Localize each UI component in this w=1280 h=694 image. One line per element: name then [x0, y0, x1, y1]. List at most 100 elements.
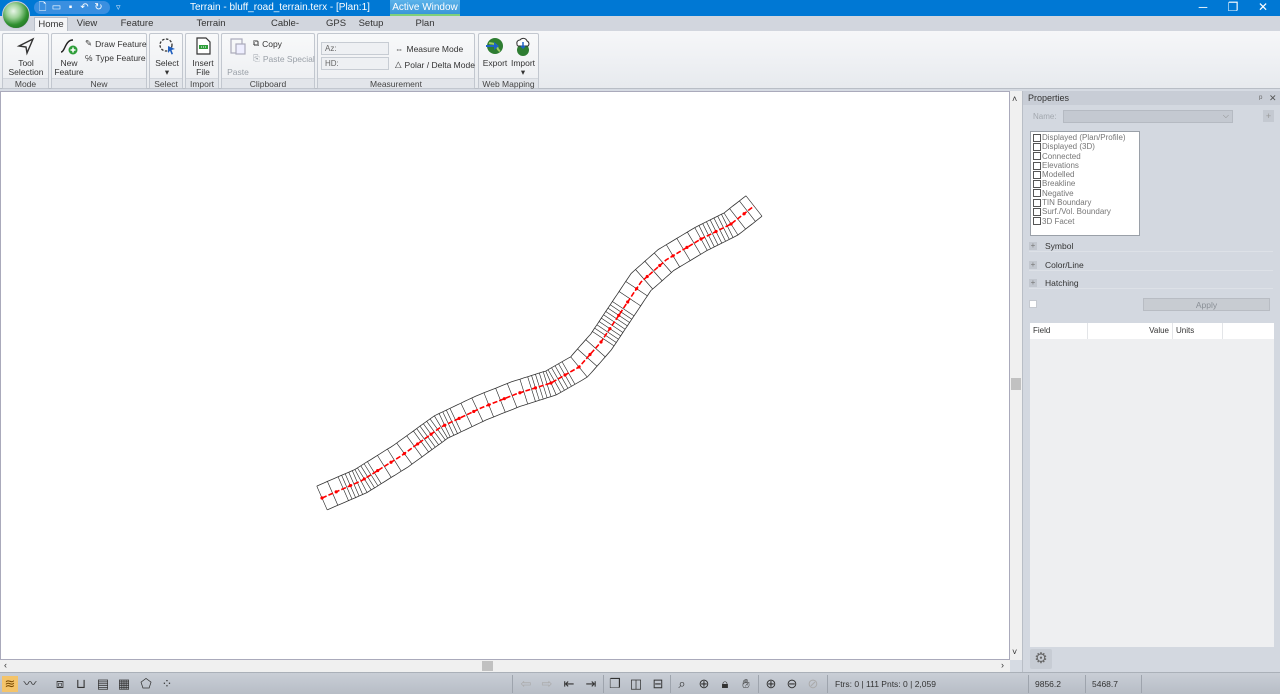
cross-section-line[interactable] [706, 221, 719, 246]
minimize-button[interactable]: ─ [1188, 0, 1218, 16]
close-button[interactable]: ✕ [1248, 0, 1278, 16]
flag-item[interactable]: Displayed (3D) [1033, 142, 1137, 151]
centerline-point[interactable] [457, 416, 461, 420]
type-feature-button[interactable]: ℅ Type Feature [85, 53, 146, 63]
new-file-icon[interactable]: 🗋 [37, 2, 48, 13]
restore-button[interactable]: ❐ [1218, 0, 1248, 16]
centerline-point[interactable] [729, 222, 733, 226]
flag-item[interactable]: Breakline [1033, 179, 1137, 188]
centerline-point[interactable] [742, 212, 746, 216]
centerline-point[interactable] [362, 477, 366, 481]
centerline-point[interactable] [334, 490, 338, 494]
road-edge-right[interactable] [316, 195, 747, 487]
apply-all-checkbox[interactable] [1029, 300, 1037, 308]
tab-plan[interactable]: Plan [392, 17, 458, 31]
customize-qat-icon[interactable]: ▿ [116, 2, 121, 13]
zoom-previous-icon[interactable]: ⊘ [805, 676, 821, 692]
azimuth-field[interactable]: Az: [321, 42, 389, 55]
centerline-point[interactable] [599, 340, 603, 344]
profile-line-icon[interactable]: 〰 [22, 676, 38, 692]
previous-view-icon[interactable]: ⇤ [561, 676, 577, 692]
centerline-point[interactable] [577, 365, 581, 369]
flag-checkbox[interactable] [1033, 180, 1041, 189]
plan-view-canvas[interactable] [0, 91, 1010, 660]
vertical-scrollbar[interactable]: ˄ ˅ [1010, 91, 1022, 660]
settings-gear-button[interactable]: ⚙ [1030, 649, 1052, 669]
horizontal-scrollbar[interactable]: ‹ › [0, 660, 1010, 672]
cross-section-line[interactable] [527, 376, 536, 402]
column-units[interactable]: Units [1173, 323, 1223, 339]
next-view-icon[interactable]: ⇥ [583, 676, 599, 692]
centerline-point[interactable] [402, 451, 406, 456]
polar-delta-mode-button[interactable]: △ Polar / Delta Mode [395, 59, 475, 70]
scroll-left-arrow[interactable]: ‹ [4, 660, 7, 670]
tab-home[interactable]: Home [34, 17, 68, 31]
paste-special-button[interactable]: ⎘ Paste Special [253, 53, 315, 64]
centerline-point[interactable] [588, 352, 592, 357]
zoom-extents-icon[interactable]: ⊕ [696, 676, 712, 692]
cross-section-line[interactable] [507, 383, 518, 408]
scroll-right-arrow[interactable]: › [1001, 660, 1004, 670]
zoom-window-icon[interactable]: ⌕ [674, 676, 690, 692]
centerline-point[interactable] [389, 460, 393, 464]
section-hatching[interactable]: + Hatching [1029, 277, 1273, 289]
centerline-point[interactable] [429, 432, 433, 436]
flag-item[interactable]: Surf./Vol. Boundary [1033, 207, 1137, 216]
flag-checkbox[interactable] [1033, 208, 1041, 217]
app-logo[interactable] [2, 1, 30, 29]
apply-button[interactable]: Apply [1143, 298, 1270, 311]
flag-checkbox[interactable] [1033, 133, 1041, 142]
tile-horizontal-icon[interactable]: ⊟ [650, 676, 666, 692]
3d-box-icon[interactable]: ⧈ [52, 676, 68, 692]
draw-feature-button[interactable]: ✎ Draw Feature [85, 38, 147, 49]
points-icon[interactable]: ⁘ [159, 676, 175, 692]
layers-icon[interactable]: ▤ [95, 676, 111, 692]
forward-arrow-icon[interactable]: ⇨ [539, 676, 555, 692]
centerline-point[interactable] [320, 496, 324, 500]
tab-view[interactable]: View [72, 17, 102, 31]
flag-item[interactable]: Connected [1033, 152, 1137, 161]
centerline-point[interactable] [443, 423, 447, 427]
flag-checkbox[interactable] [1033, 217, 1041, 226]
column-value[interactable]: Value [1088, 323, 1173, 339]
flag-item[interactable]: Displayed (Plan/Profile) [1033, 133, 1137, 142]
flag-checkbox[interactable] [1033, 198, 1041, 207]
flag-item[interactable]: 3D Facet [1033, 217, 1137, 226]
copy-button[interactable]: ⧉ Copy [253, 38, 282, 49]
tab-cable-analysis[interactable]: Cable-Analysis [256, 17, 314, 43]
scroll-up-arrow[interactable]: ˄ [1012, 94, 1017, 104]
redo-icon[interactable]: ↻ [93, 2, 104, 13]
centerline-point[interactable] [563, 373, 567, 377]
flag-checkbox[interactable] [1033, 152, 1041, 161]
centerline-point[interactable] [533, 386, 538, 390]
column-field[interactable]: Field [1030, 323, 1088, 339]
tab-gps[interactable]: GPS [324, 17, 348, 31]
centerline-point[interactable] [699, 237, 703, 241]
insert-file-button[interactable]: Insert File [188, 36, 218, 77]
vertical-scroll-thumb[interactable] [1011, 378, 1021, 390]
flag-item[interactable]: TIN Boundary [1033, 198, 1137, 207]
tab-setup[interactable]: Setup [356, 17, 386, 31]
flag-checkbox[interactable] [1033, 189, 1041, 198]
cross-section-line[interactable] [687, 231, 701, 255]
lock-icon[interactable]: 🔒︎ [717, 676, 733, 692]
centerline-point[interactable] [634, 287, 639, 291]
flag-checkbox[interactable] [1033, 142, 1041, 151]
contours-icon[interactable]: ≋ [2, 676, 18, 692]
centerline-point[interactable] [348, 484, 352, 488]
zoom-out-icon[interactable]: ⊖ [784, 676, 800, 692]
horizontal-distance-field[interactable]: HD: [321, 57, 389, 70]
cascade-windows-icon[interactable]: ❐ [607, 676, 623, 692]
centerline-point[interactable] [416, 442, 420, 446]
flag-item[interactable]: Modelled [1033, 170, 1137, 179]
section-symbol[interactable]: + Symbol [1029, 240, 1273, 252]
centerline-point[interactable] [376, 468, 380, 473]
centerline-point[interactable] [617, 313, 621, 317]
measure-mode-button[interactable]: ⇔ Measure Mode [395, 44, 463, 54]
centerline-point[interactable] [671, 254, 675, 258]
flag-checkbox[interactable] [1033, 170, 1041, 179]
road-edge-left[interactable] [327, 215, 763, 511]
flag-checkbox[interactable] [1033, 161, 1041, 170]
panel-close-icon[interactable]: ✕ [1269, 91, 1277, 105]
centerline-point[interactable] [645, 274, 649, 279]
